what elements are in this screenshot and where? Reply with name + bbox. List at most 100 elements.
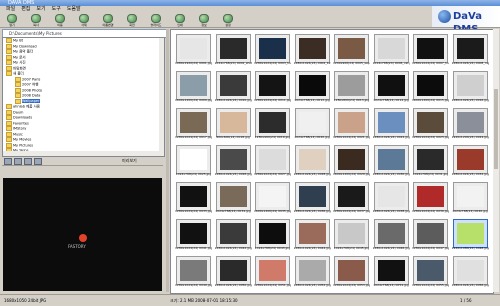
thumbnail-item[interactable]: 1024x768(24) 0014.jpg [373, 71, 410, 108]
thumbnail-item[interactable]: 1280x1024(24) 0011.jpg [254, 71, 291, 108]
thumbnail-caption: 1280x1024(24) 0004_birds.jpg [293, 62, 331, 65]
thumbnail-item[interactable]: 1024x768(24) 0043.jpg [254, 219, 291, 256]
thumbnail-item[interactable]: 1280x960(24) 0019.jpg [254, 108, 291, 145]
thumbnail-item[interactable]: 1280x1024(24) 0042.jpg [215, 219, 252, 256]
brand-banner: DaVa DMS [432, 6, 500, 35]
thumbnail-item[interactable]: 1280x1024(24) 0010.jpg [215, 71, 252, 108]
toolbar-button[interactable]: 인쇄 [172, 13, 188, 27]
toolbar-button-label: 이름변경 [102, 23, 114, 27]
thumbnail-item[interactable]: 1280x1024(24) 0032.jpg [452, 145, 489, 182]
toolbar-button[interactable]: 이름변경 [100, 13, 116, 27]
thumbnail-item[interactable]: 1280x1024(24) 0021.jpg [333, 108, 370, 145]
thumbnail-item[interactable]: 1280x1024(24) 0053.jpg [333, 256, 370, 293]
thumbnail-item[interactable]: 1280x1024(24) 0030.jpg [373, 145, 410, 182]
toolbar-button[interactable]: 설정 [220, 13, 236, 27]
toolbar-button[interactable]: 삭제 [76, 13, 92, 27]
thumbnail-item[interactable]: 1920x1200(24) 0024.jpg [452, 108, 489, 145]
thumbnail-item[interactable]: 1280x1024(24) 0008_night.jpg [452, 34, 489, 71]
thumbnail-item[interactable]: 1280x1024(24) 0004_birds.jpg [294, 34, 331, 71]
thumbnail-item[interactable]: 1280x1024(24) 0038.jpg [373, 182, 410, 219]
toolbar-button-label: 슬라이드 [150, 23, 162, 27]
thumbnail-item[interactable]: 800x600(24) 0018.jpg [215, 108, 252, 145]
toolbar-button[interactable]: 복사 [28, 13, 44, 27]
thumbnail-item[interactable]: 1920x1080(24) 0048.jpg [452, 219, 489, 256]
tree-horizontal-scrollbar[interactable] [3, 151, 159, 156]
thumbnail-item[interactable]: 1280x1024(24) 0026.jpg [215, 145, 252, 182]
folder-icon [6, 43, 12, 49]
thumbnail-item[interactable]: 1280x1024(24) 0027.jpg [254, 145, 291, 182]
tree-vertical-scrollbar[interactable] [159, 38, 164, 156]
thumbnail-item[interactable]: 1280x1024(24) 0047.jpg [412, 219, 449, 256]
thumbnail-item[interactable]: 1024x768(24) 0045.jpg [333, 219, 370, 256]
thumbnail-item[interactable]: 1280x1024(24) 0041.jpg [175, 219, 212, 256]
thumbnail-item[interactable]: 1600x1200(24) 0015.jpg [412, 71, 449, 108]
thumbnail-item[interactable]: 1280x1024(24) 0046.jpg [373, 219, 410, 256]
thumbnail-item[interactable]: 1280x1024(24) 0056.jpg [452, 256, 489, 293]
zoom-out-icon[interactable] [14, 158, 22, 165]
thumbnail-caption: 1280x1024(24) 0017.jpg [175, 136, 212, 139]
toolbar-button[interactable]: 슬라이드 [148, 13, 164, 27]
thumbnail-item[interactable]: 1024x768(24) 0034.jpg [215, 182, 252, 219]
thumbnail-item[interactable]: 1280x1024(24) 0003_touch.jpg [254, 34, 291, 71]
thumbnail-item[interactable]: 1024x768(24) 0002_shot.jpg [215, 34, 252, 71]
toolbar-button[interactable]: 이동 [52, 13, 68, 27]
thumbnail-item[interactable]: 1280x1024(24) 0037.jpg [333, 182, 370, 219]
thumbnail-item[interactable]: 1280x1024(24) 0023.jpg [412, 108, 449, 145]
pane-splitter[interactable] [166, 29, 169, 292]
rotate-right-icon[interactable] [34, 158, 42, 165]
thumbnail-item[interactable]: 1280x1024(24) 0022.jpg [373, 108, 410, 145]
thumbnail-item[interactable]: 1280x1024(24) 0036.jpg [294, 182, 331, 219]
thumbnail-item[interactable]: 1024x768(24) 0012.jpg [294, 71, 331, 108]
thumbnail-item[interactable]: 1024x768(24) 0006_cat.jpg [373, 34, 410, 71]
thumbnail-frame [255, 219, 290, 248]
thumbnail-image [180, 223, 207, 244]
thumbnail-item[interactable]: 1280x1024(24) 0028.jpg [294, 145, 331, 182]
thumbnail-item[interactable]: 1280x1024(24) 0017.jpg [175, 108, 212, 145]
thumbnail-image [180, 149, 207, 170]
thumbnail-item[interactable]: 1600x1200(24) 0009.jpg [175, 71, 212, 108]
toolbar-button-label: 이동 [57, 23, 63, 27]
thumbnail-item[interactable]: 1280x1024(24) 0055.jpg [412, 256, 449, 293]
thumbnail-item[interactable]: 1280x1024(24) 0007_tower.jpg [412, 34, 449, 71]
thumbnail-item[interactable]: 1024x768(24) 0025.jpg [175, 145, 212, 182]
grid-vertical-scrollbar[interactable] [493, 29, 499, 292]
toolbar: 열기 복사 이동 삭제 이름변경 회전 슬라이드 인쇄 정보 설정 [0, 13, 500, 28]
thumbnail-item[interactable]: 1200x900(24) 0005_sepia.jpg [333, 34, 370, 71]
thumbnail-item[interactable]: 1080x1920(24) 0001.jpg [175, 34, 212, 71]
toolbar-button[interactable]: 열기 [4, 13, 20, 27]
thumbnail-item[interactable]: 1280x800(24) 0013.jpg [333, 71, 370, 108]
thumbnail-item[interactable]: 1024x768(24) 0020.jpg [294, 108, 331, 145]
thumbnail-item[interactable]: 1280x1024(24) 0039.jpg [412, 182, 449, 219]
scrollbar-thumb[interactable] [494, 89, 498, 169]
thumbnail-frame [373, 219, 409, 248]
zoom-in-icon[interactable] [4, 158, 12, 165]
thumbnail-caption: 1280x1024(24) 0044.jpg [293, 247, 331, 250]
rotate-left-icon[interactable] [24, 158, 32, 165]
thumbnail-item[interactable]: 1024x768(24) 0031.jpg [412, 145, 449, 182]
thumbnail-frame [294, 71, 330, 100]
thumbnail-caption: 1280x1024(24) 0049.jpg [175, 284, 212, 287]
thumbnail-item[interactable]: 1024x768(24) 0054.jpg [373, 256, 410, 293]
thumbnail-item[interactable]: 1280x1024(24) 0049.jpg [175, 256, 212, 293]
menu-item[interactable]: 보기 [36, 6, 45, 13]
thumbnail-item[interactable]: 1280x1024(24) 0050.jpg [215, 256, 252, 293]
thumbnail-item[interactable]: 1024x768(24) 0040.jpg [452, 182, 489, 219]
thumbnail-item[interactable]: 1280x1024(24) 0044.jpg [294, 219, 331, 256]
toolbar-button[interactable]: 정보 [196, 13, 212, 27]
tree-item-label: Wallpaper [22, 99, 40, 103]
thumbnail-item[interactable]: 1280x1024(24) 0033.jpg [175, 182, 212, 219]
thumbnail-frame [452, 182, 488, 211]
menu-item[interactable]: 도움말 [67, 6, 81, 13]
thumbnail-item[interactable]: 1280x1024(24) 0051.jpg [254, 256, 291, 293]
menu-item[interactable]: 편집 [21, 6, 30, 13]
toolbar-button[interactable]: 회전 [124, 13, 140, 27]
thumbnail-item[interactable]: 1280x1024(24) 0052.jpg [294, 256, 331, 293]
folder-tree[interactable]: My Bt My Download My 음악 폴더 My 문서 My 사진 바탕화면 새 … [2, 37, 165, 157]
menu-item[interactable]: 도구 [52, 6, 61, 13]
thumbnail-item[interactable]: 1600x1200(24) 0035.jpg [254, 182, 291, 219]
menu-item[interactable]: 파일 [6, 6, 15, 13]
thumbnail-caption: 1920x1080(24) 0048.jpg [451, 247, 489, 250]
thumbnail-item[interactable]: 1280x1024(24) 0016.jpg [452, 71, 489, 108]
tree-item-label: ahnlab 제품 사용 [13, 104, 41, 109]
thumbnail-item[interactable]: 1600x1200(24) 0029.jpg [333, 145, 370, 182]
